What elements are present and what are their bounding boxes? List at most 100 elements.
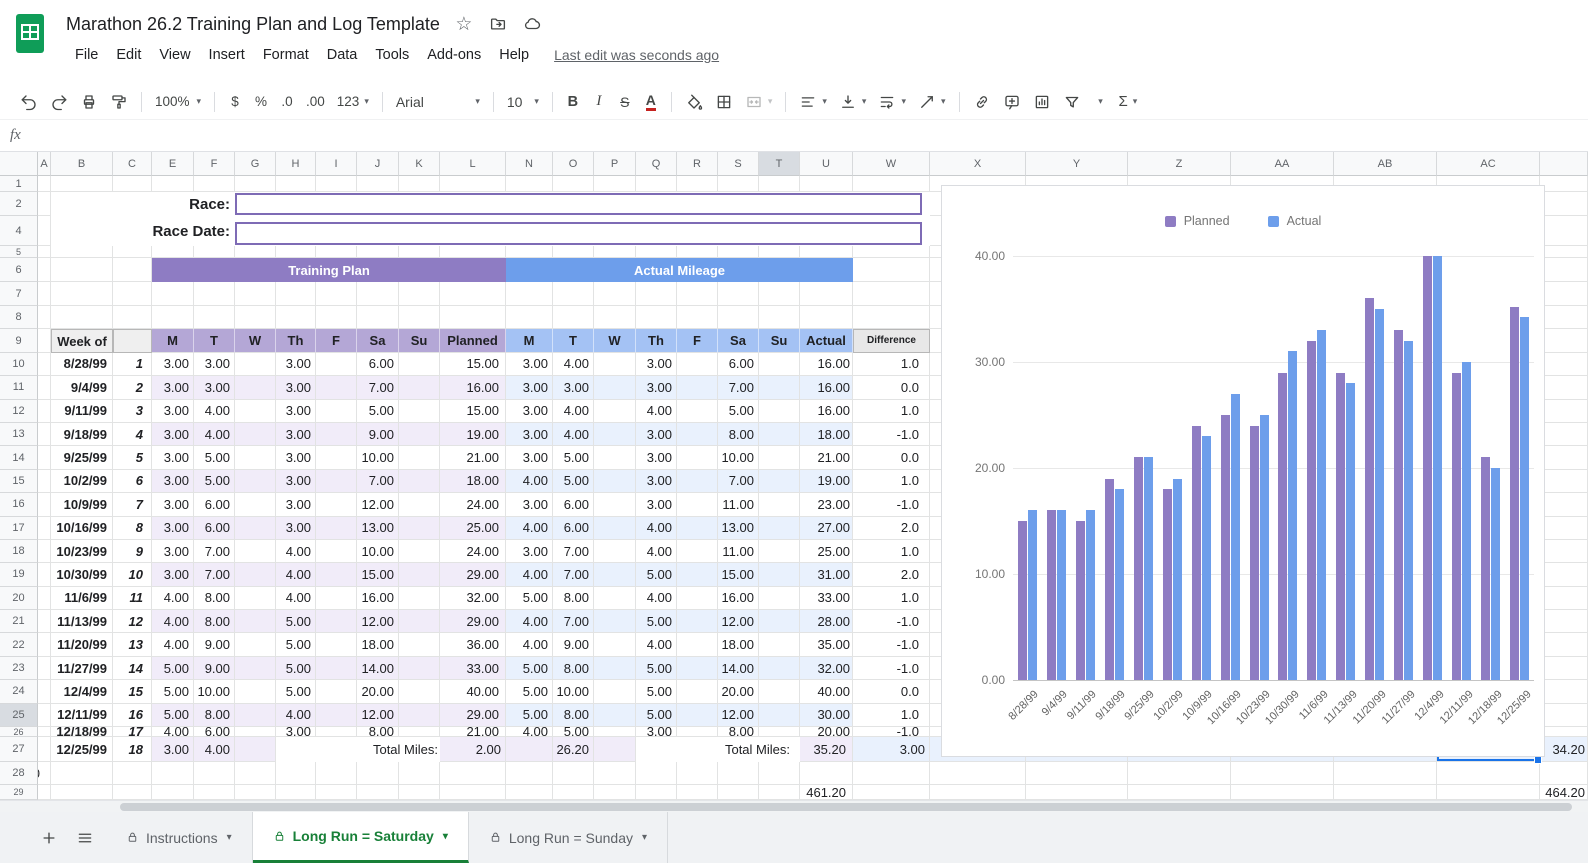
cell[interactable]: 4.00 — [636, 587, 677, 610]
filter-views-button[interactable]: ▾ — [1087, 88, 1113, 116]
cell[interactable] — [440, 762, 506, 785]
cell[interactable] — [1540, 192, 1588, 216]
cell[interactable]: 5.00 — [152, 680, 194, 703]
cell[interactable]: 13.00 — [718, 517, 759, 540]
row-header-22[interactable]: 22 — [0, 633, 38, 656]
cell[interactable]: 5.00 — [553, 446, 594, 469]
cell[interactable] — [1540, 563, 1588, 586]
cell[interactable] — [594, 680, 636, 703]
cell[interactable] — [399, 446, 440, 469]
cell[interactable]: 16.00 — [357, 587, 399, 610]
cell[interactable] — [553, 785, 594, 800]
cell[interactable] — [759, 610, 800, 633]
print-button[interactable] — [74, 88, 104, 116]
cell[interactable]: 4.00 — [152, 633, 194, 656]
cell[interactable] — [594, 737, 636, 762]
row-header-15[interactable]: 15 — [0, 470, 38, 493]
cell[interactable] — [38, 587, 51, 610]
move-to-folder-icon[interactable] — [488, 14, 508, 34]
cell[interactable]: 4.00 — [194, 400, 235, 423]
cell[interactable]: 6.00 — [357, 353, 399, 376]
cell[interactable]: 24.00 — [440, 493, 506, 516]
cell[interactable]: T — [553, 329, 594, 352]
cell[interactable]: W — [594, 329, 636, 352]
cell[interactable]: 8.00 — [553, 704, 594, 727]
cell[interactable]: 9.00 — [357, 423, 399, 446]
cell[interactable]: 33.00 — [800, 587, 853, 610]
redo-button[interactable] — [44, 88, 74, 116]
cell[interactable] — [113, 246, 152, 258]
cell[interactable]: 29.00 — [440, 610, 506, 633]
cell[interactable] — [1540, 176, 1588, 192]
row-header-20[interactable]: 20 — [0, 587, 38, 610]
row-header-24[interactable]: 24 — [0, 680, 38, 703]
cell[interactable]: 6.00 — [553, 517, 594, 540]
cell[interactable]: F — [316, 329, 357, 352]
cell[interactable] — [759, 727, 800, 737]
cell[interactable] — [506, 306, 553, 329]
cell[interactable] — [1540, 400, 1588, 423]
cell[interactable]: 3.00 — [506, 376, 553, 399]
cell[interactable]: 3.00 — [276, 517, 316, 540]
cell[interactable] — [235, 400, 276, 423]
strikethrough-button[interactable]: S — [612, 88, 638, 116]
cell[interactable] — [553, 282, 594, 306]
cell[interactable]: 7.00 — [194, 540, 235, 563]
cell[interactable]: 3.00 — [152, 737, 194, 762]
column-header-G[interactable]: G — [235, 152, 276, 176]
cell[interactable]: 4.00 — [636, 517, 677, 540]
cell[interactable] — [1540, 246, 1588, 258]
cell[interactable]: 18.00 — [800, 423, 853, 446]
cell[interactable] — [194, 246, 235, 258]
cell[interactable] — [235, 563, 276, 586]
chart[interactable]: PlannedActual 0.0010.0020.0030.0040.008/… — [941, 185, 1545, 757]
cell[interactable]: 7.00 — [553, 563, 594, 586]
cell[interactable]: M — [506, 329, 553, 352]
cell[interactable] — [399, 376, 440, 399]
cell[interactable]: 4.00 — [194, 737, 235, 762]
column-header-Z[interactable]: Z — [1128, 152, 1231, 176]
cell[interactable] — [853, 282, 930, 306]
cell[interactable] — [677, 540, 718, 563]
cell[interactable] — [399, 493, 440, 516]
cell[interactable]: Sa — [357, 329, 399, 352]
cell[interactable] — [506, 762, 553, 785]
cell[interactable] — [399, 610, 440, 633]
cell[interactable]: 6.00 — [194, 493, 235, 516]
cell[interactable]: 21.00 — [440, 727, 506, 737]
cell[interactable]: 9.00 — [553, 633, 594, 656]
cell[interactable] — [553, 246, 594, 258]
cell[interactable] — [316, 246, 357, 258]
cell[interactable]: 15 — [113, 680, 152, 703]
cell[interactable]: 1.0 — [853, 704, 930, 727]
menu-format[interactable]: Format — [254, 45, 318, 65]
cell[interactable]: 5.00 — [636, 563, 677, 586]
cell[interactable]: 5.00 — [357, 400, 399, 423]
cell[interactable]: 10 — [113, 563, 152, 586]
cell[interactable] — [194, 306, 235, 329]
cell[interactable] — [399, 306, 440, 329]
cell[interactable]: 7.00 — [553, 540, 594, 563]
cell[interactable] — [38, 517, 51, 540]
cell[interactable] — [316, 563, 357, 586]
cell[interactable] — [636, 246, 677, 258]
cell[interactable] — [235, 176, 276, 192]
cell[interactable]: 32.00 — [800, 657, 853, 680]
row-header-10[interactable]: 10 — [0, 353, 38, 376]
cell[interactable] — [357, 282, 399, 306]
cell[interactable]: 4.00 — [636, 633, 677, 656]
cell[interactable] — [1540, 587, 1588, 610]
cell[interactable]: 4.00 — [553, 400, 594, 423]
cell[interactable]: 3.00 — [276, 470, 316, 493]
row-header-21[interactable]: 21 — [0, 610, 38, 633]
cell[interactable] — [759, 657, 800, 680]
cell[interactable] — [235, 680, 276, 703]
cell[interactable]: 8/28/99 — [51, 353, 113, 376]
cell[interactable] — [759, 423, 800, 446]
more-formats-button[interactable]: 123▾ — [331, 88, 375, 116]
cell[interactable] — [677, 563, 718, 586]
cell[interactable]: 8.00 — [553, 657, 594, 680]
cell[interactable]: 5.00 — [506, 680, 553, 703]
cell[interactable] — [316, 423, 357, 446]
cell[interactable] — [276, 306, 316, 329]
